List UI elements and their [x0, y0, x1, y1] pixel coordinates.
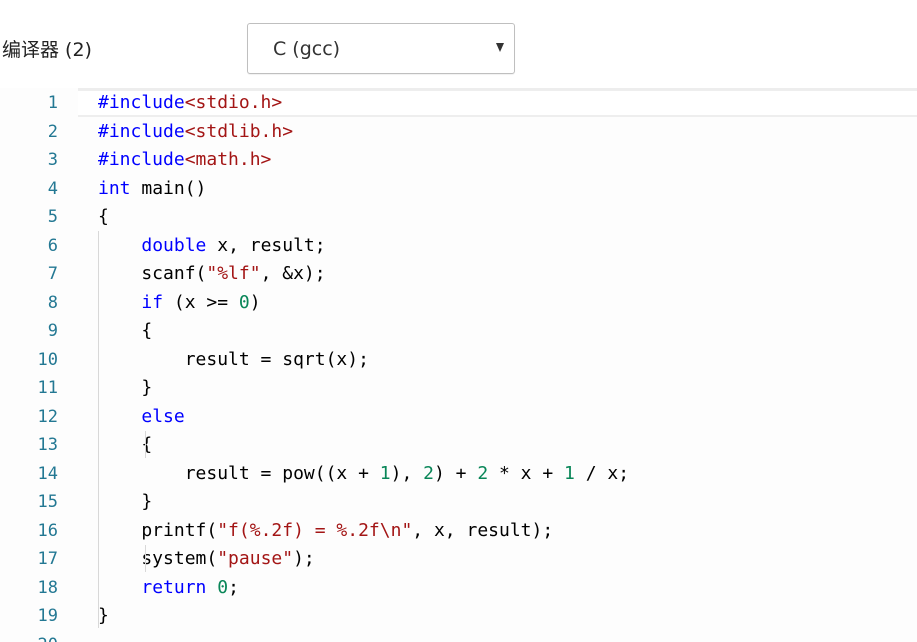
line-number: 12 [37, 406, 58, 427]
compiler-select-value: C (gcc) [273, 38, 341, 60]
code-token: 2 [477, 462, 489, 484]
code-token: ) + [433, 462, 478, 484]
code-token: <stdio.h> [184, 92, 283, 113]
line-number: 2 [47, 121, 58, 142]
code-token: #include [98, 120, 185, 142]
compiler-label: 编译器 (2) [2, 39, 92, 61]
code-token: #include [98, 149, 185, 170]
line-number: 10 [37, 349, 58, 370]
line-number: 20 [0, 631, 58, 642]
code-line[interactable]: } [98, 374, 152, 402]
code-token: 1 [564, 462, 575, 484]
code-token: , x, result); [412, 519, 554, 541]
code-line[interactable]: { [98, 317, 152, 345]
code-token: int [98, 177, 131, 199]
code-line[interactable]: if (x >= 0) [98, 289, 261, 317]
code-editor[interactable]: 1 #include<stdio.h> 2 #include<stdlib.h> 3 #i… [0, 88, 917, 642]
code-token: double [141, 234, 207, 256]
line-number: 19 [37, 606, 58, 626]
code-token: / x; [574, 462, 630, 484]
code-token: 0 [238, 291, 250, 313]
code-token: "pause" [217, 548, 294, 569]
code-token: <math.h> [184, 149, 272, 170]
line-number: 17 [37, 549, 58, 569]
line-number: 1 [47, 93, 58, 113]
code-token: ); [293, 548, 315, 569]
code-line[interactable]: int main() [98, 175, 206, 203]
indent-guide [145, 545, 146, 572]
code-line[interactable]: #include<stdlib.h> [98, 118, 293, 146]
code-token: result = sqrt(x); [98, 348, 369, 370]
line-number: 4 [47, 178, 58, 199]
code-token: scanf( [98, 263, 207, 284]
code-line[interactable]: #include<math.h> [98, 146, 271, 174]
line-number: 7 [47, 264, 58, 284]
line-number: 18 [37, 577, 58, 598]
code-token: "%lf" [206, 263, 261, 284]
compiler-select[interactable]: C (gcc) [247, 23, 515, 74]
line-number: 11 [37, 378, 58, 398]
code-token: system( [98, 548, 218, 569]
code-token: if [141, 291, 164, 313]
line-number: 5 [47, 207, 58, 227]
code-token: 2 [423, 462, 434, 484]
code-token: printf( [98, 519, 218, 541]
code-token: * x + [488, 462, 565, 484]
code-line[interactable]: #include<stdio.h> [98, 89, 282, 117]
code-token: return [141, 576, 207, 598]
code-token: } [98, 377, 153, 398]
line-number: 9 [47, 321, 58, 341]
code-token: { [98, 206, 109, 227]
code-line[interactable]: result = sqrt(x); [98, 346, 369, 374]
chevron-down-icon [496, 43, 504, 52]
line-number: 13 [37, 435, 58, 455]
code-token: ), [390, 462, 424, 484]
code-line[interactable]: double x, result; [98, 232, 326, 260]
line-number: 3 [47, 150, 58, 170]
code-token: x, result; [206, 234, 326, 256]
code-line[interactable]: printf("f(%.2f) = %.2f\n", x, result); [98, 517, 553, 545]
line-number: 8 [47, 292, 58, 313]
code-token: { [98, 320, 153, 341]
code-line[interactable]: } [98, 602, 109, 630]
line-number: 16 [37, 520, 58, 541]
line-number: 14 [37, 463, 58, 484]
code-line[interactable]: else [98, 403, 185, 431]
code-line[interactable]: return 0; [98, 574, 239, 602]
line-number: 6 [47, 235, 58, 256]
code-token: (x >= [163, 291, 239, 313]
code-token: , &x); [260, 263, 326, 284]
code-token: ) [249, 291, 261, 313]
code-token: #include [98, 92, 185, 113]
code-token: 0 [217, 576, 229, 598]
line-number: 15 [37, 492, 58, 512]
code-token: "f(%.2f) = %.2f\n" [217, 519, 413, 541]
code-line[interactable]: scanf("%lf", &x); [98, 260, 326, 288]
indent-guide [98, 231, 99, 628]
code-token: } [98, 491, 153, 512]
code-token: else [141, 405, 185, 427]
compiler-toolbar: 编译器 (2) C (gcc) [0, 0, 917, 88]
code-line[interactable]: { [98, 203, 109, 231]
code-token: } [98, 605, 109, 626]
code-token: main() [130, 177, 207, 199]
code-line[interactable]: } [98, 488, 152, 516]
code-line[interactable]: system("pause"); [98, 545, 315, 573]
code-token: <stdlib.h> [184, 120, 294, 142]
code-token: result = pow((x + [98, 462, 380, 484]
code-line[interactable]: result = pow((x + 1), 2) + 2 * x + 1 / x… [98, 460, 629, 488]
code-token: ; [228, 576, 239, 598]
indent-guide [145, 431, 146, 458]
code-token: 1 [379, 462, 391, 484]
